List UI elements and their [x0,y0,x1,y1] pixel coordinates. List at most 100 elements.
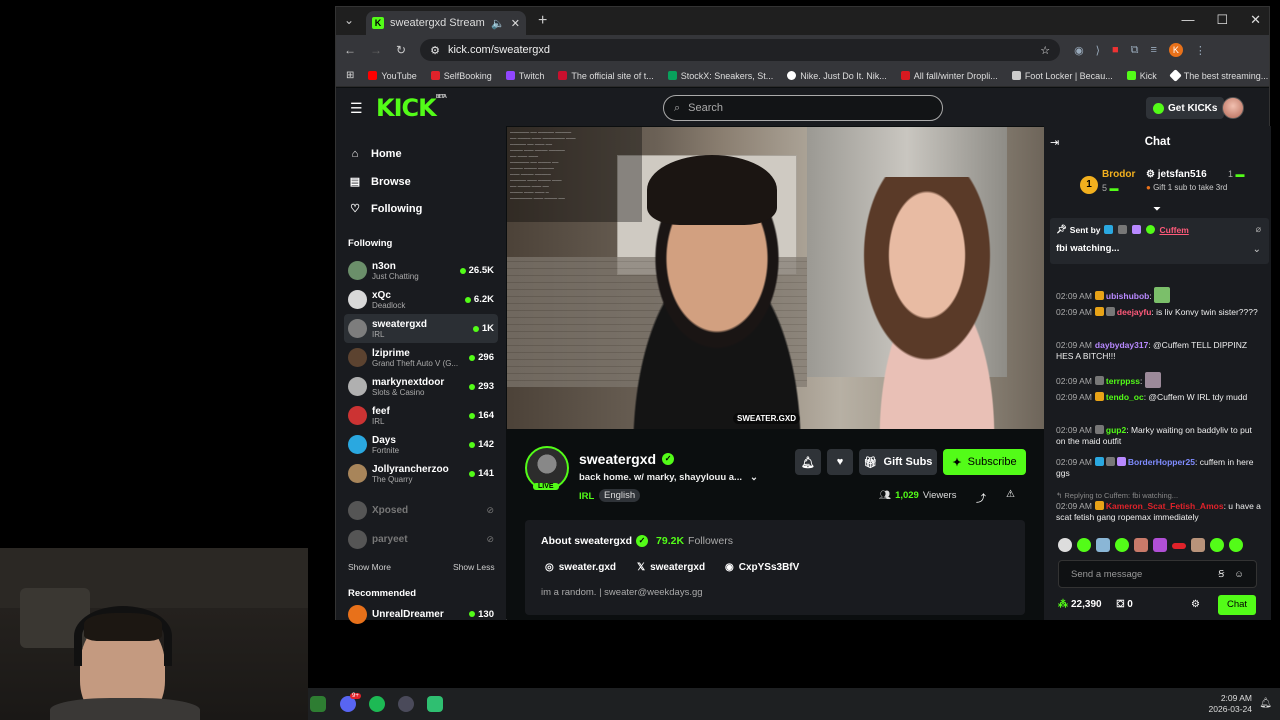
reply-context[interactable]: ↰ Replying to Cuffem: fbi watching... [1056,490,1261,501]
show-more-button[interactable]: Show More [348,562,391,572]
get-kicks-button[interactable]: Get KICKs [1146,97,1225,119]
bookmark-item[interactable]: Foot Locker | Becau... [1011,71,1113,81]
puzzle-icon[interactable]: ⧉ [1131,44,1139,57]
notification-icon[interactable]: 🔔︎ [1259,698,1272,709]
emote-icon[interactable] [1058,538,1072,552]
app-icon[interactable] [427,696,443,712]
following-channel-row[interactable]: xQc Deadlock 6.2K [344,285,498,314]
forward-icon[interactable]: → [370,43,382,57]
chat-username[interactable]: BorderHopper25 [1128,457,1195,467]
new-tab-button[interactable]: + [538,12,547,30]
menu-icon[interactable]: ☰ [350,100,363,117]
recommended-channel-row[interactable]: UnrealDreamer 130 [344,604,498,624]
bookmark-item[interactable]: The best streaming... [1168,69,1268,82]
chat-username[interactable]: deejayfu [1117,307,1152,317]
send-chat-button[interactable]: Chat [1218,595,1256,615]
chat-settings-icon[interactable]: ⚙ [1191,599,1200,610]
chat-username[interactable]: daybyday317 [1095,340,1148,350]
extension-icon[interactable]: ◉ [1074,44,1084,57]
apps-grid-icon[interactable]: ⊞ [346,70,354,81]
channel-points[interactable]: ⁂ 22,390 ⛋ 0 [1058,599,1133,610]
maximize-icon[interactable]: ☐ [1216,12,1228,28]
site-info-icon[interactable]: ⚙ [430,44,440,57]
expand-leaderboard-icon[interactable]: ⏷ [1153,204,1161,215]
extension-icon[interactable]: ■ [1112,44,1119,56]
reading-list-icon[interactable]: ≡ [1150,44,1156,56]
following-channel-row[interactable]: Jollyrancherzoo The Quarry 141 [344,459,498,488]
emote-icon[interactable] [1077,538,1091,552]
following-channel-row[interactable]: Xposed ⊘ [344,496,498,525]
follow-heart-button[interactable]: ♥ [827,449,853,475]
translate-icon[interactable]: Ꞩ [1218,569,1224,580]
tab-list-icon[interactable]: ⌄ [344,13,354,27]
url-field[interactable]: ⚙ kick.com/sweatergxd ☆ [420,39,1061,61]
following-channel-row[interactable]: lziprime Grand Theft Auto V (G... 296 [344,343,498,372]
bookmark-item[interactable]: Twitch [505,71,544,81]
emote-icon[interactable] [1172,543,1186,549]
chat-username[interactable]: tendo_oc [1106,392,1144,402]
bookmark-item[interactable]: StockX: Sneakers, St... [667,71,773,81]
reload-icon[interactable]: ↻ [396,43,406,57]
leader-first-name[interactable]: Brodor [1102,169,1135,180]
browser-tab[interactable]: K sweatergxd Stream - Watch 🔈 ✕ [366,11,526,35]
gift-sub-prompt[interactable]: ● Gift 1 sub to take 3rd [1146,183,1227,192]
report-icon[interactable]: ⚠ [1006,489,1015,500]
following-channel-row[interactable]: markynextdoor Slots & Casino 293 [344,372,498,401]
bookmark-star-icon[interactable]: ☆ [1040,44,1050,57]
extension-icon[interactable]: ⟩ [1096,44,1100,57]
discord-link[interactable]: ◉ CxpYSs3BfV [725,562,799,573]
profile-avatar-icon[interactable]: K [1168,43,1183,57]
chat-username[interactable]: ubishubob [1106,291,1149,301]
language-tag[interactable]: English [599,489,641,502]
emote-icon[interactable] [1096,538,1110,552]
emote-icon[interactable] [1134,538,1148,552]
channel-name-heading[interactable]: sweatergxd ✓ [579,451,675,467]
nav-home[interactable]: ⌂ Home [349,148,402,160]
close-tab-icon[interactable]: ✕ [511,17,520,30]
leader-second[interactable]: ⚙ jetsfan516 [1146,169,1207,180]
emote-icon[interactable] [1115,538,1129,552]
nav-following[interactable]: ♡ Following [349,202,422,216]
x-link[interactable]: 𝕏sweatergxd [637,562,705,573]
following-channel-row[interactable]: Days Fortnite 142 [344,430,498,459]
video-player[interactable]: ────── ── ───── ───── ── ──── ─── ───────… [507,127,1044,429]
nav-browse[interactable]: ▤ Browse [349,175,411,189]
following-channel-row[interactable]: sweatergxd IRL 1K [344,314,498,343]
chat-username[interactable]: terrppss [1106,376,1140,386]
user-avatar[interactable] [1222,97,1244,119]
notification-bell-button[interactable]: 🔔︎ [795,449,821,475]
minimize-icon[interactable]: — [1181,12,1194,28]
chevron-down-icon[interactable]: ⌄ [1253,244,1261,255]
emote-icon[interactable] [1210,538,1224,552]
emote-icon[interactable] [1229,538,1243,552]
show-less-button[interactable]: Show Less [453,562,495,572]
following-channel-row[interactable]: paryeet ⊘ [344,525,498,554]
kick-logo[interactable]: KICKBETA [376,94,447,122]
subscribe-button[interactable]: ✦ Subscribe [943,449,1026,475]
following-channel-row[interactable]: feef IRL 164 [344,401,498,430]
emoji-icon[interactable]: ☺ [1234,569,1244,580]
pinned-user[interactable]: Cuffem [1160,225,1189,235]
unpin-icon[interactable]: ⌀ [1256,224,1261,235]
menu-dots-icon[interactable]: ⋮ [1195,44,1206,57]
search-input[interactable]: ⌕ Search [663,95,943,121]
bookmark-item[interactable]: Nike. Just Do It. Nik... [787,71,887,81]
bookmark-item[interactable]: All fall/winter Dropli... [900,71,998,81]
bookmark-item[interactable]: Kick [1126,71,1157,81]
chat-username[interactable]: gup2 [1106,425,1126,435]
bookmark-item[interactable]: YouTube [368,71,417,81]
category-link[interactable]: IRL [579,491,594,502]
system-clock[interactable]: 2:09 AM 2026-03-24 [1209,693,1252,715]
gift-subs-button[interactable]: 🎁︎ Gift Subs [859,449,937,475]
back-icon[interactable]: ← [344,43,356,57]
chat-username[interactable]: Kameron_Scat_Fetish_Amos [1106,501,1224,511]
following-channel-row[interactable]: n3on Just Chatting 26.5K [344,256,498,285]
chat-message-input[interactable]: Send a message Ꞩ ☺ [1058,560,1257,588]
emote-icon[interactable] [1191,538,1205,552]
spotify-icon[interactable] [369,696,385,712]
app-4k-icon[interactable] [398,696,414,712]
xbox-icon[interactable] [310,696,326,712]
audio-icon[interactable]: 🔈 [491,17,505,30]
instagram-link[interactable]: ◎ sweater.gxd [545,562,616,573]
bookmark-item[interactable]: The official site of t... [558,71,654,81]
